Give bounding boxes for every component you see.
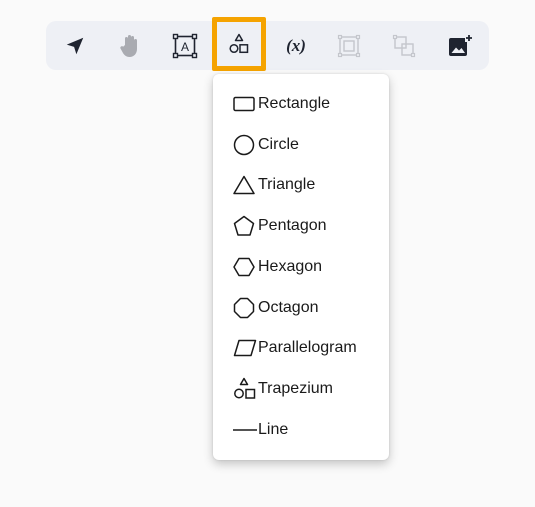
text-tool-button[interactable]: A xyxy=(168,29,202,63)
menu-item-label: Triangle xyxy=(258,176,316,193)
ungroup-tool-button[interactable] xyxy=(387,29,421,63)
menu-item-trapezium[interactable]: Trapezium xyxy=(233,374,383,404)
group-tool-button[interactable] xyxy=(332,29,366,63)
menu-item-circle[interactable]: Circle xyxy=(233,130,383,160)
add-image-tool-button[interactable] xyxy=(443,29,477,63)
menu-item-rectangle[interactable]: Rectangle xyxy=(233,89,383,119)
parallelogram-icon xyxy=(233,337,257,359)
menu-item-label: Octagon xyxy=(258,299,319,316)
navigation-arrow-icon xyxy=(66,37,84,55)
shapes-menu: Rectangle Circle Triangle Pentagon Hexag xyxy=(213,74,389,460)
toolbar: A (x) xyxy=(46,21,489,70)
rectangle-icon xyxy=(233,93,257,115)
pan-tool-button[interactable] xyxy=(113,29,147,63)
shapes-icon xyxy=(233,377,257,400)
shapes-icon xyxy=(229,33,249,54)
menu-item-label: Pentagon xyxy=(258,217,327,234)
menu-item-label: Parallelogram xyxy=(258,339,357,356)
circle-icon xyxy=(233,134,257,156)
text-box-icon: A xyxy=(172,33,198,59)
ungroup-icon xyxy=(392,34,416,58)
menu-item-triangle[interactable]: Triangle xyxy=(233,170,383,200)
menu-item-pentagon[interactable]: Pentagon xyxy=(233,211,383,241)
menu-item-label: Hexagon xyxy=(258,258,323,275)
select-tool-button[interactable] xyxy=(58,29,92,63)
group-icon xyxy=(337,34,361,58)
menu-item-octagon[interactable]: Octagon xyxy=(233,293,383,323)
variable-tool-button[interactable]: (x) xyxy=(278,29,314,63)
octagon-icon xyxy=(233,297,257,319)
menu-item-line[interactable]: Line xyxy=(233,415,383,445)
hexagon-icon xyxy=(233,256,257,278)
menu-item-label: Line xyxy=(258,421,289,438)
shapes-tool-button[interactable] xyxy=(212,17,266,71)
line-icon xyxy=(233,419,257,441)
add-image-icon xyxy=(449,34,473,56)
variable-icon: (x) xyxy=(286,36,306,55)
menu-item-label: Trapezium xyxy=(258,380,333,397)
pentagon-icon xyxy=(233,215,257,237)
hand-icon xyxy=(120,35,137,57)
canvas-stage: A (x) Rectangle Circle Triangle Pentagon… xyxy=(0,0,535,507)
menu-item-parallelogram[interactable]: Parallelogram xyxy=(233,333,383,363)
menu-item-label: Circle xyxy=(258,136,299,153)
menu-item-label: Rectangle xyxy=(258,95,331,112)
triangle-icon xyxy=(233,174,257,196)
menu-item-hexagon[interactable]: Hexagon xyxy=(233,252,383,282)
svg-text:A: A xyxy=(181,40,189,54)
